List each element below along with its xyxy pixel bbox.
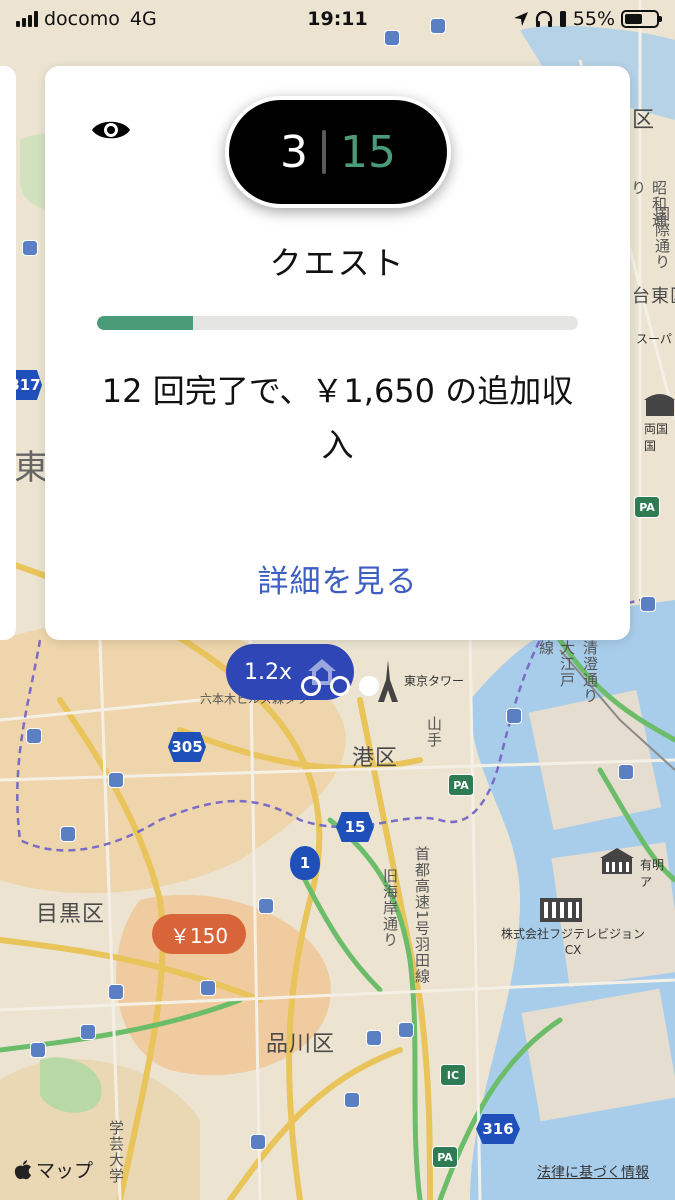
price-badge[interactable]: ￥150 (152, 914, 246, 954)
station-icon (398, 1022, 414, 1038)
map-label-shuto: 首都高速1号羽田線 (413, 846, 431, 985)
map-label-minato: 港区 (352, 746, 399, 771)
map-label-daiba: 大江戸線 (537, 640, 576, 688)
route-shield-15: 15 (336, 812, 374, 842)
previous-card-peek[interactable] (0, 66, 16, 640)
station-icon (108, 772, 124, 788)
map-label-ryogoku: 両国国 (644, 422, 669, 453)
map-label-yamate: 山手 (425, 716, 443, 748)
maps-attribution: マップ (14, 1156, 93, 1183)
station-icon (258, 898, 274, 914)
apple-logo-icon (14, 1159, 32, 1179)
legal-info-link[interactable]: 法律に基づく情報 (537, 1162, 649, 1182)
interchange-badge: IC (440, 1064, 466, 1086)
station-icon (506, 708, 522, 724)
map-label-shinagawa: 品川区 (266, 1032, 336, 1057)
quest-counter: 3 15 (225, 96, 451, 208)
map-label-higashi: 東 (14, 448, 49, 488)
map-label-chuo: 区 (632, 108, 656, 133)
station-icon (60, 826, 76, 842)
battery-percent: 55% (572, 8, 615, 30)
map-label-fuji-tv: 株式会社フジテレビジョン CX (500, 927, 645, 957)
status-bar-right: 55% (513, 8, 662, 30)
route-shield-1: 1 (290, 846, 320, 880)
station-icon (250, 1134, 266, 1150)
station-icon (30, 1042, 46, 1058)
station-icon (618, 764, 634, 780)
station-icon (366, 1030, 382, 1046)
stadium-icon (644, 394, 675, 416)
quest-counter-total: 15 (340, 126, 396, 178)
carousel-dot[interactable] (330, 676, 350, 696)
parking-area-badge: PA (448, 774, 474, 796)
map-label-kiyosumi: 清澄通り (581, 640, 599, 704)
station-icon (26, 728, 42, 744)
carousel-dot[interactable] (359, 676, 379, 696)
map-label-gakugei: 学芸大学 (107, 1120, 125, 1184)
status-bar: docomo 4G 19:11 55% (0, 0, 675, 38)
station-icon (108, 984, 124, 1000)
station-icon (344, 1092, 360, 1108)
station-icon (22, 240, 38, 256)
carrier-name: docomo (44, 8, 120, 30)
map-label-ariake: 有明ア (640, 858, 665, 889)
tokyo-tower-icon (378, 660, 398, 702)
carousel-dot[interactable] (301, 676, 321, 696)
quest-title: クエスト (269, 244, 406, 282)
station-icon (80, 1024, 96, 1040)
map-label-super: スーパ (636, 332, 672, 346)
map-label-kokusai: 国際通り (653, 206, 671, 270)
signal-strength-icon (16, 11, 38, 27)
quest-description: 12 回完了で、￥1,650 の追加収入 (101, 372, 574, 464)
parking-area-badge-2: PA (432, 1146, 458, 1168)
maps-brand-label: マップ (36, 1160, 94, 1182)
quest-card[interactable]: 3 15 クエスト 12 回完了で、￥1,650 の追加収入 詳細を見る (45, 66, 630, 640)
quest-counter-divider (322, 130, 326, 174)
parking-area-badge-3: PA (634, 496, 660, 518)
map-label-kaigan: 旧海岸通り (381, 868, 399, 948)
map-label-tokyo-tower: 東京タワー (404, 674, 465, 688)
surge-multiplier-label: 1.2x (244, 659, 293, 685)
office-building-icon (540, 898, 582, 922)
orientation-lock-icon (559, 11, 566, 27)
quest-counter-current: 3 (280, 126, 308, 178)
battery-icon (621, 10, 662, 28)
battery-level (625, 14, 642, 24)
headphones-icon (535, 10, 552, 27)
network-type: 4G (129, 8, 157, 30)
route-shield-316: 316 (476, 1114, 520, 1144)
landmark-building-icon (600, 848, 634, 874)
carousel-page-indicator[interactable] (301, 676, 379, 696)
status-bar-left: docomo 4G (16, 8, 157, 30)
map-label-meguro: 目黒区 (36, 902, 106, 927)
station-icon (640, 596, 656, 612)
quest-progress-fill (97, 316, 194, 330)
location-arrow-icon (513, 12, 528, 26)
route-shield-305: 305 (168, 732, 206, 762)
eye-icon[interactable] (91, 116, 131, 144)
station-icon (200, 980, 216, 996)
quest-progress-bar (97, 316, 578, 330)
view-details-link[interactable]: 詳細を見る (45, 556, 630, 601)
